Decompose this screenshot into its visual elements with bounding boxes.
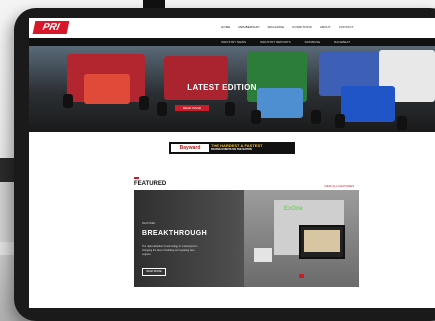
feature-image-monitor [299, 225, 345, 259]
feature-image-machine [254, 248, 272, 262]
subnav-industry-news[interactable]: INDUSTRY NEWS [221, 40, 246, 44]
sprint-car-image [257, 88, 303, 118]
feature-image-accent [299, 274, 304, 278]
subnav-industry-reports[interactable]: INDUSTRY REPORTS [260, 40, 291, 44]
nav-about[interactable]: ABOUT [320, 25, 331, 29]
wheel-shape [251, 110, 261, 124]
wheel-shape [157, 102, 167, 116]
read-more-button[interactable]: READ MORE [142, 268, 166, 276]
wheel-shape [311, 110, 321, 124]
featured-card[interactable]: ExOne FEATURED BREAKTHROUGH The rapid ad… [134, 190, 359, 287]
pri-logo[interactable]: PRI [32, 21, 70, 34]
sprint-car-image [84, 74, 130, 104]
nav-magazine[interactable]: MAGAZINE [268, 25, 284, 29]
site-header: PRI HOME MEMBERSHIP MAGAZINE CONDITIONS … [29, 18, 435, 39]
tablet-screen: PRI HOME MEMBERSHIP MAGAZINE CONDITIONS … [29, 18, 435, 308]
wheel-shape [225, 102, 235, 116]
wheel-shape [139, 96, 149, 110]
section-accent [134, 177, 139, 179]
wheel-shape [335, 114, 345, 128]
wheel-shape [63, 94, 73, 108]
sub-nav: INDUSTRY NEWS INDUSTRY REPORTS DATABASE … [29, 38, 435, 46]
view-all-features-link[interactable]: VIEW ALL FEATURES [324, 184, 354, 188]
featured-heading: FEATURED [134, 181, 167, 187]
nav-home[interactable]: HOME [221, 25, 230, 29]
nav-membership[interactable]: MEMBERSHIP [238, 25, 259, 29]
nav-conditions[interactable]: CONDITIONS [292, 25, 312, 29]
nav-contact[interactable]: CONTACT [339, 25, 354, 29]
banner-ad[interactable]: Bayward THE HARDEST & FASTEST RACING EVE… [169, 142, 295, 154]
monitor-display [304, 230, 340, 252]
read-issue-button[interactable]: READ ISSUE [175, 105, 209, 111]
card-description: The rapid adoption of technology in moto… [142, 245, 198, 256]
card-kicker: FEATURED [142, 222, 156, 225]
exone-logo: ExOne [284, 206, 304, 212]
sprint-car-image [164, 56, 228, 100]
hero-banner: LATEST EDITION READ ISSUE [29, 46, 435, 132]
hero-title: LATEST EDITION [187, 83, 257, 92]
ad-subline: RACING EVENTS ON THE NATION [211, 148, 252, 151]
subnav-database[interactable]: DATABASE [305, 40, 321, 44]
sprint-car-image [341, 86, 395, 122]
ad-logo: Bayward [171, 144, 209, 152]
card-title: BREAKTHROUGH [142, 230, 208, 237]
top-nav: HOME MEMBERSHIP MAGAZINE CONDITIONS ABOU… [221, 25, 354, 29]
wheel-shape [397, 116, 407, 130]
ad-text: THE HARDEST & FASTEST RACING EVENTS ON T… [211, 143, 293, 152]
subnav-racebeat[interactable]: RACEBEAT [334, 40, 350, 44]
